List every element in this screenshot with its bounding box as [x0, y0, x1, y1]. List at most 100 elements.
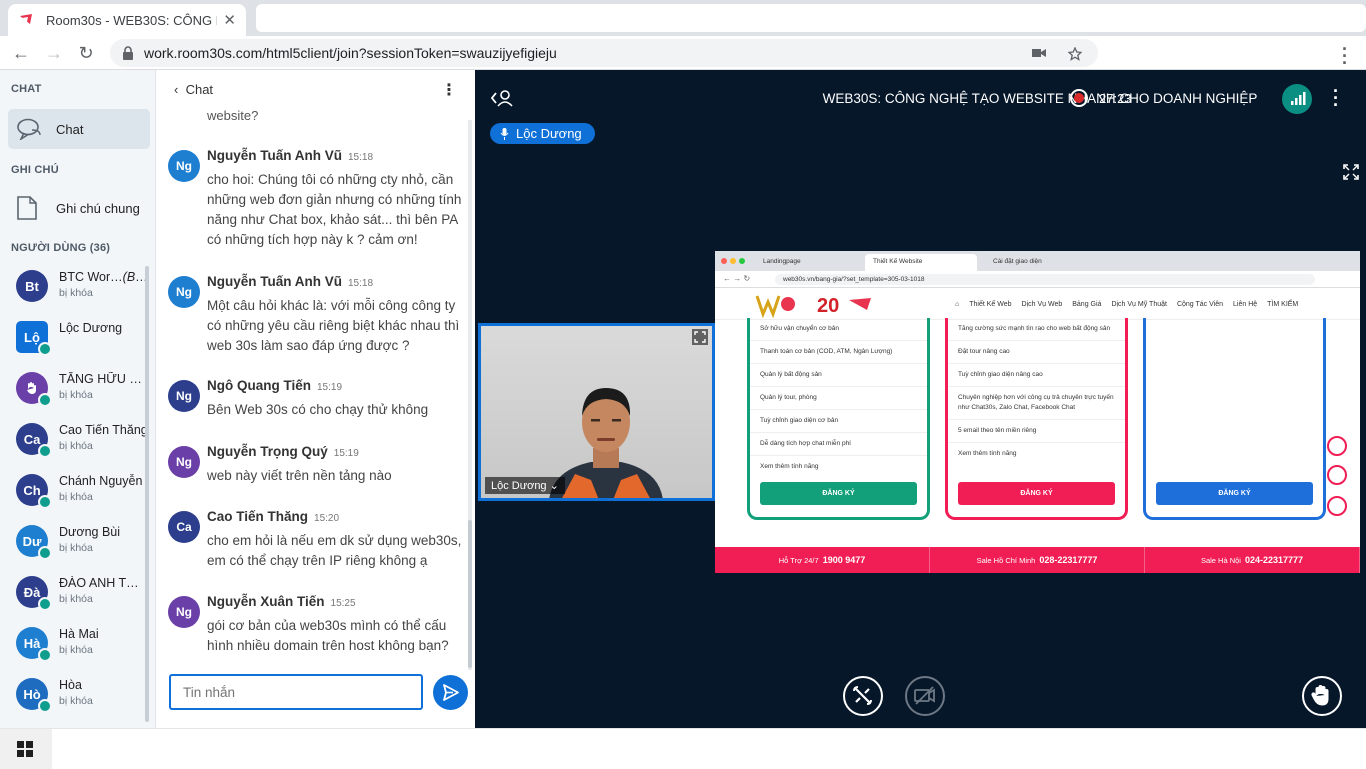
user-list-item[interactable]: Ch Chánh Nguyễn bị khóa	[16, 471, 146, 515]
forward-icon[interactable]: →	[43, 42, 65, 64]
message-text: gói cơ bản của web30s mình có thể cấu hì…	[207, 618, 449, 653]
browser-menu-icon[interactable]: · · ·	[1334, 40, 1356, 72]
start-button[interactable]	[0, 729, 52, 769]
sidebar-item-notes[interactable]: Ghi chú chung	[8, 188, 150, 228]
chat-options-icon[interactable]: ⋮	[441, 80, 457, 100]
message-author: Nguyễn Xuân Tiến	[207, 594, 325, 609]
shared-nav-link: Bảng Giá	[1072, 301, 1102, 308]
camera-blocked-icon[interactable]	[1032, 47, 1046, 59]
avatar: Ng	[168, 380, 200, 412]
user-mic-status-icon	[38, 597, 52, 611]
message-author-line: Nguyễn Xuân Tiến 15:25	[207, 594, 356, 609]
window-max-dot	[739, 258, 745, 264]
back-icon[interactable]: ←	[10, 42, 32, 64]
reload-icon[interactable]: ↻	[75, 42, 97, 64]
sidebar-item-notes-label: Ghi chú chung	[56, 200, 140, 216]
shared-url: web30s.vn/bang-gia/?set_template=305-03-…	[775, 274, 1315, 285]
user-list-item[interactable]: Ca Cao Tiến Thăng bị khóa	[16, 420, 149, 464]
message-initials: Ng	[176, 455, 192, 469]
footer-sale-hn: Sale Hà Nội 024-22317777	[1145, 547, 1360, 573]
webcam-video[interactable]: Lộc Dương ⌄	[478, 323, 715, 501]
windows-logo-icon	[17, 741, 33, 757]
chat-message-input[interactable]	[169, 674, 423, 710]
talking-user-name: Lộc Dương	[516, 126, 582, 141]
user-name: Cao Tiến Thăng	[59, 423, 149, 437]
lock-icon	[123, 46, 133, 60]
avatar: Bt	[16, 270, 48, 302]
avatar: Ng	[168, 276, 200, 308]
message-initials: Ca	[176, 520, 192, 534]
users-section-label: NGƯỜI DÙNG (36)	[11, 242, 111, 254]
sidebar-item-chat[interactable]: Chat	[8, 109, 150, 149]
footer-value: 028-22317777	[1039, 555, 1098, 565]
chat-scrollbar[interactable]	[468, 120, 472, 670]
user-list-item[interactable]: Bt BTC Wor…(Bạn) bị khóa	[16, 267, 149, 311]
close-tab-icon[interactable]: ✕	[223, 11, 236, 29]
shared-footer: Hỗ Trợ 24/7 1900 9477 Sale Hồ Chí Minh 028…	[715, 547, 1360, 573]
feature-more: Xem thêm tính năng	[958, 450, 1017, 457]
floating-messenger-icon	[1327, 496, 1347, 516]
user-mic-status-icon	[38, 393, 52, 407]
chat-title: Chat	[185, 82, 214, 97]
stage-options-icon[interactable]: · · ·	[1333, 82, 1339, 114]
chat-message-cut-text: website?	[207, 108, 259, 123]
room30s-favicon-icon	[20, 14, 32, 24]
leave-audio-button[interactable]	[843, 676, 883, 716]
bookmark-star-icon[interactable]	[1068, 47, 1082, 61]
avatar: Ca	[168, 511, 200, 543]
message-initials: Ng	[176, 605, 192, 619]
share-webcam-button[interactable]	[905, 676, 945, 716]
chat-back-button[interactable]: ‹ Chat	[174, 82, 213, 97]
chat-section-label: CHAT	[11, 83, 42, 95]
avatar: Ng	[168, 596, 200, 628]
chat-scrollbar-thumb[interactable]	[468, 520, 472, 668]
floating-up-icon	[1327, 436, 1347, 456]
raise-hand-button[interactable]	[1302, 676, 1342, 716]
message-initials: Ng	[176, 389, 192, 403]
connection-status-button[interactable]	[1282, 84, 1312, 114]
webcam-user-label[interactable]: Lộc Dương ⌄	[485, 477, 565, 494]
user-list-item[interactable]: Hà Hà Mai bị khóa	[16, 624, 146, 668]
user-list-item[interactable]: Hò Hòa bị khóa	[16, 675, 146, 719]
webcam-off-icon	[914, 686, 935, 705]
message-time: 15:18	[348, 278, 374, 289]
fullscreen-icon[interactable]	[1343, 164, 1359, 180]
feature-row: Tuỳ chỉnh giao diện cơ bản	[750, 410, 927, 433]
message-text: cho hoi: Chúng tôi có những cty nhỏ, cần…	[207, 172, 462, 247]
message-time: 15:25	[330, 598, 356, 609]
user-name-text: TĂNG HỮU H…	[59, 372, 149, 386]
url-field[interactable]: work.room30s.com/html5client/join?sessio…	[110, 39, 1098, 67]
windows-taskbar	[0, 728, 1366, 769]
user-initials: Ch	[23, 482, 41, 498]
window-min-dot	[730, 258, 736, 264]
talking-indicator: Lộc Dương	[490, 123, 595, 144]
anniversary-20-logo: 20	[817, 295, 871, 317]
shared-browser-tabs: Landingpage Thiết Kế Website Cài đặt gia…	[715, 251, 1360, 271]
microphone-icon	[500, 127, 509, 140]
message-initials: Ng	[176, 285, 192, 299]
users-scrollbar[interactable]	[145, 266, 149, 722]
web30s-logo	[755, 295, 795, 318]
user-list-item[interactable]: Lộ Lộc Dương	[16, 318, 146, 362]
webcam-fullscreen-icon[interactable]	[692, 329, 708, 345]
shared-nav-arrows: ← → ↻	[723, 274, 751, 283]
user-list-item[interactable]: Đà ĐÀO ANH TƯ… bị khóa	[16, 573, 149, 617]
floating-chat-icon	[1327, 465, 1347, 485]
user-name: BTC Wor…(Bạn)	[59, 270, 149, 284]
pricing-card-red: Tăng cường sức mạnh tìn rao cho web bất …	[945, 318, 1128, 520]
browser-tab[interactable]: Room30s - WEB30S: CÔNG NGHỆ TẠO ✕	[8, 4, 246, 36]
send-button[interactable]	[433, 675, 468, 710]
user-list-item[interactable]: TĂNG HỮU H… bị khóa	[16, 369, 149, 413]
browser-tab-blank[interactable]	[256, 4, 1366, 32]
message-author: Nguyễn Tuấn Anh Vũ	[207, 274, 342, 289]
message-time: 15:19	[317, 382, 343, 393]
webcam-user-name: Lộc Dương	[491, 480, 547, 492]
message-author: Cao Tiến Thăng	[207, 509, 309, 524]
user-status: bị khóa	[59, 491, 93, 503]
recording-indicator-icon[interactable]	[1070, 89, 1088, 107]
shared-url-bar: ← → ↻ web30s.vn/bang-gia/?set_template=3…	[715, 271, 1360, 288]
user-mic-status-icon	[38, 699, 52, 713]
register-button: ĐĂNG KÝ	[1156, 482, 1313, 505]
user-name-text: Cao Tiến Thăng	[59, 423, 148, 437]
user-list-item[interactable]: Dư Dương Bùi bị khóa	[16, 522, 146, 566]
